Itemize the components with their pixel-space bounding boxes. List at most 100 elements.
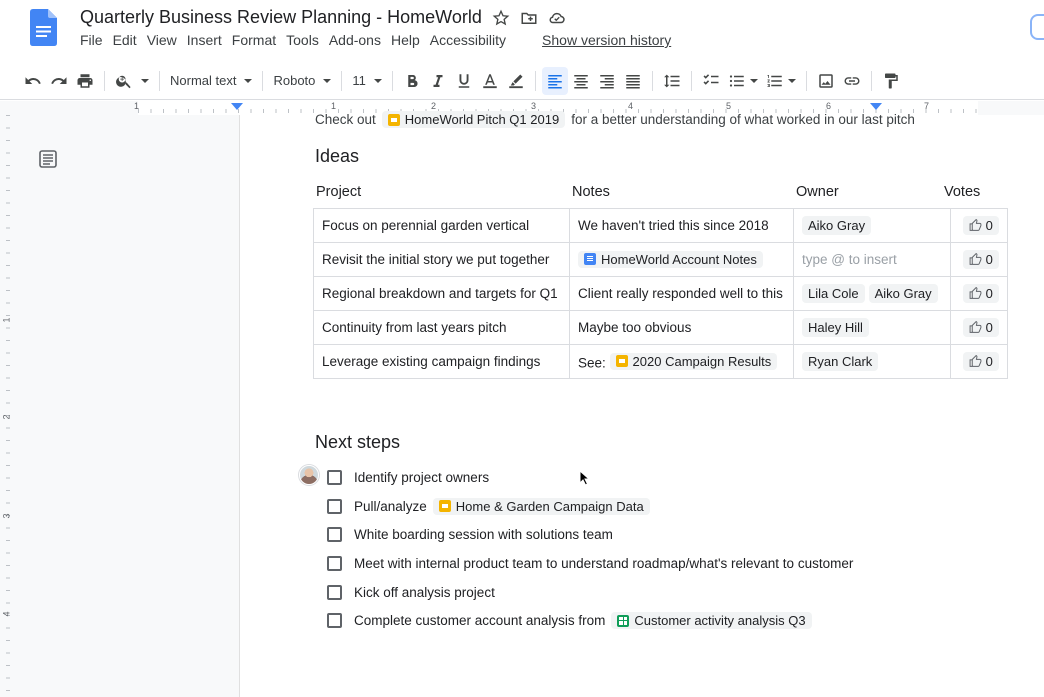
menu-format[interactable]: Format	[232, 32, 286, 48]
paint-format-button[interactable]	[878, 67, 904, 95]
person-chip[interactable]: Ryan Clark	[802, 352, 879, 371]
owner-cell[interactable]: Aiko Gray	[793, 208, 951, 243]
project-cell[interactable]: Revisit the initial story we put togethe…	[313, 242, 570, 277]
highlight-color-button[interactable]	[503, 67, 529, 95]
person-chip[interactable]: Aiko Gray	[868, 284, 938, 303]
checklist-text[interactable]: Kick off analysis project	[354, 585, 495, 600]
checklist-text[interactable]: Meet with internal product team to under…	[354, 556, 853, 571]
align-left-button[interactable]	[541, 66, 568, 95]
print-button[interactable]	[72, 67, 98, 95]
checkbox[interactable]	[327, 498, 342, 514]
vote-chip[interactable]: 0	[962, 216, 999, 235]
version-history-link[interactable]: Show version history	[542, 32, 671, 48]
owner-cell[interactable]: Lila Cole Aiko Gray	[793, 276, 951, 311]
insert-image-button[interactable]	[813, 67, 839, 95]
votes-cell[interactable]: 0	[949, 344, 1008, 379]
vote-chip[interactable]: 0	[962, 250, 999, 269]
slides-icon	[615, 355, 628, 368]
project-cell[interactable]: Leverage existing campaign findings	[313, 344, 570, 379]
votes-cell[interactable]: 0	[949, 242, 1008, 277]
vote-chip[interactable]: 0	[962, 352, 999, 371]
checklist-text[interactable]: White boarding session with solutions te…	[354, 527, 613, 542]
checkbox[interactable]	[327, 469, 342, 485]
owner-cell[interactable]: Ryan Clark	[793, 344, 951, 379]
file-chip[interactable]: HomeWorld Pitch Q1 2019	[381, 111, 566, 128]
document-page[interactable]: Check out HomeWorld Pitch Q1 2019 for a …	[241, 111, 1044, 697]
ruler-number: 1	[331, 101, 337, 111]
file-chip[interactable]: Home & Garden Campaign Data	[432, 497, 650, 515]
checklist-text[interactable]: Identify project owners	[354, 470, 489, 485]
left-indent-marker[interactable]	[231, 103, 243, 110]
ideas-table[interactable]: Focus on perennial garden vertical We ha…	[313, 208, 1008, 379]
owner-cell[interactable]: type @ to insert	[793, 242, 951, 277]
align-right-button[interactable]	[594, 67, 620, 95]
underline-button[interactable]	[451, 67, 477, 95]
notes-cell[interactable]: We haven't tried this since 2018	[569, 208, 794, 243]
vote-count: 0	[985, 320, 993, 335]
thumbs-up-icon	[969, 253, 982, 265]
file-chip[interactable]: HomeWorld Account Notes	[578, 250, 763, 268]
project-cell[interactable]: Regional breakdown and targets for Q1	[313, 276, 570, 311]
notes-cell[interactable]: See: 2020 Campaign Results	[569, 344, 794, 379]
person-chip[interactable]: Aiko Gray	[802, 216, 872, 235]
redo-button[interactable]	[46, 67, 72, 95]
menu-addons[interactable]: Add-ons	[329, 32, 391, 48]
checkbox[interactable]	[327, 527, 342, 543]
person-chip[interactable]: Lila Cole	[802, 284, 865, 303]
project-cell[interactable]: Continuity from last years pitch	[313, 310, 570, 345]
menu-insert[interactable]: Insert	[187, 32, 232, 48]
move-folder-icon[interactable]	[520, 9, 538, 27]
account-avatar[interactable]	[1030, 14, 1044, 40]
owner-cell[interactable]: Haley Hill	[793, 310, 951, 345]
bulleted-list-dropdown[interactable]	[724, 67, 762, 95]
notes-cell[interactable]: Maybe too obvious	[569, 310, 794, 345]
project-cell[interactable]: Focus on perennial garden vertical	[313, 208, 570, 243]
notes-cell[interactable]: Client really responded well to this	[569, 276, 794, 311]
font-size-dropdown[interactable]: 11	[348, 67, 386, 95]
style-dropdown[interactable]: Normal text	[166, 67, 256, 95]
numbered-list-dropdown[interactable]	[762, 67, 800, 95]
votes-cell[interactable]: 0	[949, 310, 1008, 345]
checklist-text[interactable]: Pull/analyze Home & Garden Campaign Data	[354, 497, 650, 515]
menu-view[interactable]: View	[147, 32, 187, 48]
vertical-ruler[interactable]: 1 2 3 4	[0, 115, 16, 697]
star-icon[interactable]	[492, 9, 510, 27]
bulleted-list-icon	[729, 74, 744, 87]
undo-button[interactable]	[20, 67, 46, 95]
line-spacing-button[interactable]	[659, 67, 685, 95]
person-chip[interactable]: Haley Hill	[802, 318, 869, 337]
assignee-avatar[interactable]	[299, 465, 319, 485]
align-center-button[interactable]	[568, 67, 594, 95]
menu-edit[interactable]: Edit	[113, 32, 147, 48]
menu-help[interactable]: Help	[391, 32, 430, 48]
menu-accessibility[interactable]: Accessibility	[430, 32, 516, 48]
cloud-status-icon[interactable]	[548, 9, 566, 27]
text-color-button[interactable]	[477, 67, 503, 95]
docs-logo-icon[interactable]	[30, 9, 57, 46]
checklist-button[interactable]	[698, 67, 724, 95]
file-chip[interactable]: Customer activity analysis Q3	[611, 612, 812, 630]
zoom-dropdown[interactable]	[111, 67, 153, 95]
toolbar-divider	[341, 70, 343, 91]
notes-cell[interactable]: HomeWorld Account Notes	[569, 242, 794, 277]
menu-tools[interactable]: Tools	[286, 32, 329, 48]
checkbox[interactable]	[327, 613, 342, 629]
checklist-text[interactable]: Complete customer account analysis from C…	[354, 612, 812, 630]
file-chip[interactable]: 2020 Campaign Results	[609, 352, 778, 370]
document-outline-icon[interactable]	[38, 149, 58, 169]
checkbox[interactable]	[327, 584, 342, 600]
votes-cell[interactable]: 0	[949, 276, 1008, 311]
vote-chip[interactable]: 0	[962, 318, 999, 337]
ruler-number: 2	[431, 101, 437, 111]
bold-button[interactable]	[399, 67, 425, 95]
menu-file[interactable]: File	[80, 32, 113, 48]
italic-button[interactable]	[425, 67, 451, 95]
insert-link-button[interactable]	[839, 67, 865, 95]
vote-chip[interactable]: 0	[962, 284, 999, 303]
votes-cell[interactable]: 0	[949, 208, 1008, 243]
document-title[interactable]: Quarterly Business Review Planning - Hom…	[80, 7, 482, 28]
font-dropdown[interactable]: Roboto	[269, 67, 335, 95]
checkbox[interactable]	[327, 555, 342, 571]
justify-button[interactable]	[620, 67, 646, 95]
right-indent-marker[interactable]	[870, 103, 882, 110]
